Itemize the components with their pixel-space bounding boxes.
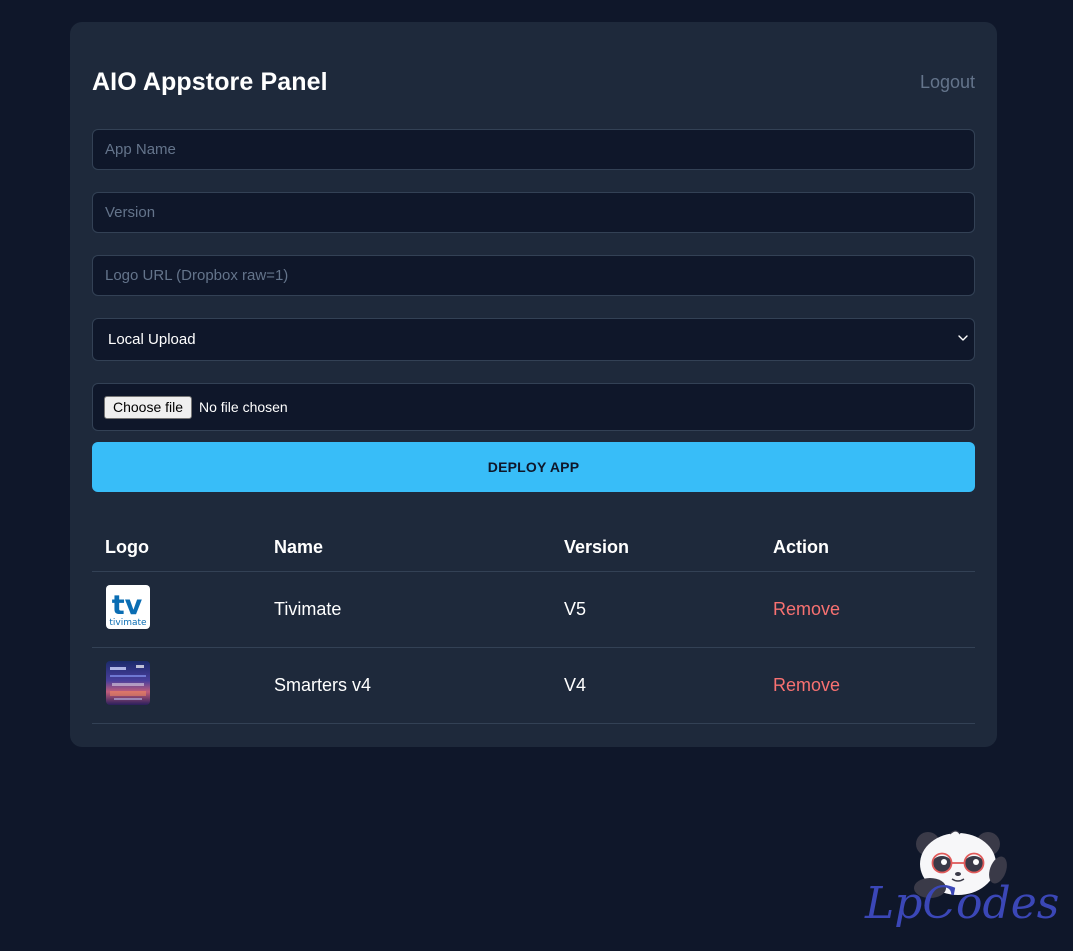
file-input: Choose file No file chosen	[92, 383, 975, 431]
watermark-text: LpCodes	[865, 878, 1060, 929]
lpcodes-watermark: LpCodes	[862, 828, 1059, 943]
svg-text:tivimate: tivimate	[109, 618, 147, 628]
logout-link[interactable]: Logout	[920, 66, 975, 98]
apps-table: Logo Name Version Action tv tivimate Tiv…	[92, 525, 975, 724]
choose-file-button[interactable]: Choose file	[104, 396, 193, 419]
app-version-cell: V4	[564, 675, 587, 695]
page-title: AIO Appstore Panel	[92, 68, 328, 96]
chevron-down-icon	[958, 335, 968, 341]
version-input[interactable]	[92, 192, 975, 233]
header-version: Version	[564, 537, 630, 557]
tivimate-logo-icon: tv tivimate	[106, 585, 150, 629]
header-name: Name	[274, 537, 324, 557]
remove-button[interactable]: Remove	[773, 648, 840, 723]
remove-button[interactable]: Remove	[773, 572, 840, 647]
header-action: Action	[773, 537, 829, 557]
app-name-cell: Tivimate	[274, 599, 342, 619]
svg-text:tv: tv	[112, 590, 143, 621]
panel-header: AIO Appstore Panel Logout	[92, 66, 975, 98]
table-row: Smarters v4 V4 Remove	[92, 648, 975, 724]
app-name-input[interactable]	[92, 129, 975, 170]
logo-url-input[interactable]	[92, 255, 975, 296]
source-select[interactable]: Local Upload	[92, 318, 975, 361]
app-name-cell: Smarters v4	[274, 675, 372, 695]
smarters-logo-icon	[106, 661, 150, 705]
source-select-value: Local Upload	[108, 331, 196, 348]
file-status: No file chosen	[199, 399, 288, 415]
table-row: tv tivimate Tivimate V5 Remove	[92, 572, 975, 648]
table-header: Logo Name Version Action	[92, 525, 975, 572]
app-panel: AIO Appstore Panel Logout Local Upload C…	[70, 22, 997, 747]
app-version-cell: V5	[564, 599, 587, 619]
deploy-app-button[interactable]: DEPLOY APP	[92, 442, 975, 492]
header-logo: Logo	[105, 537, 149, 557]
